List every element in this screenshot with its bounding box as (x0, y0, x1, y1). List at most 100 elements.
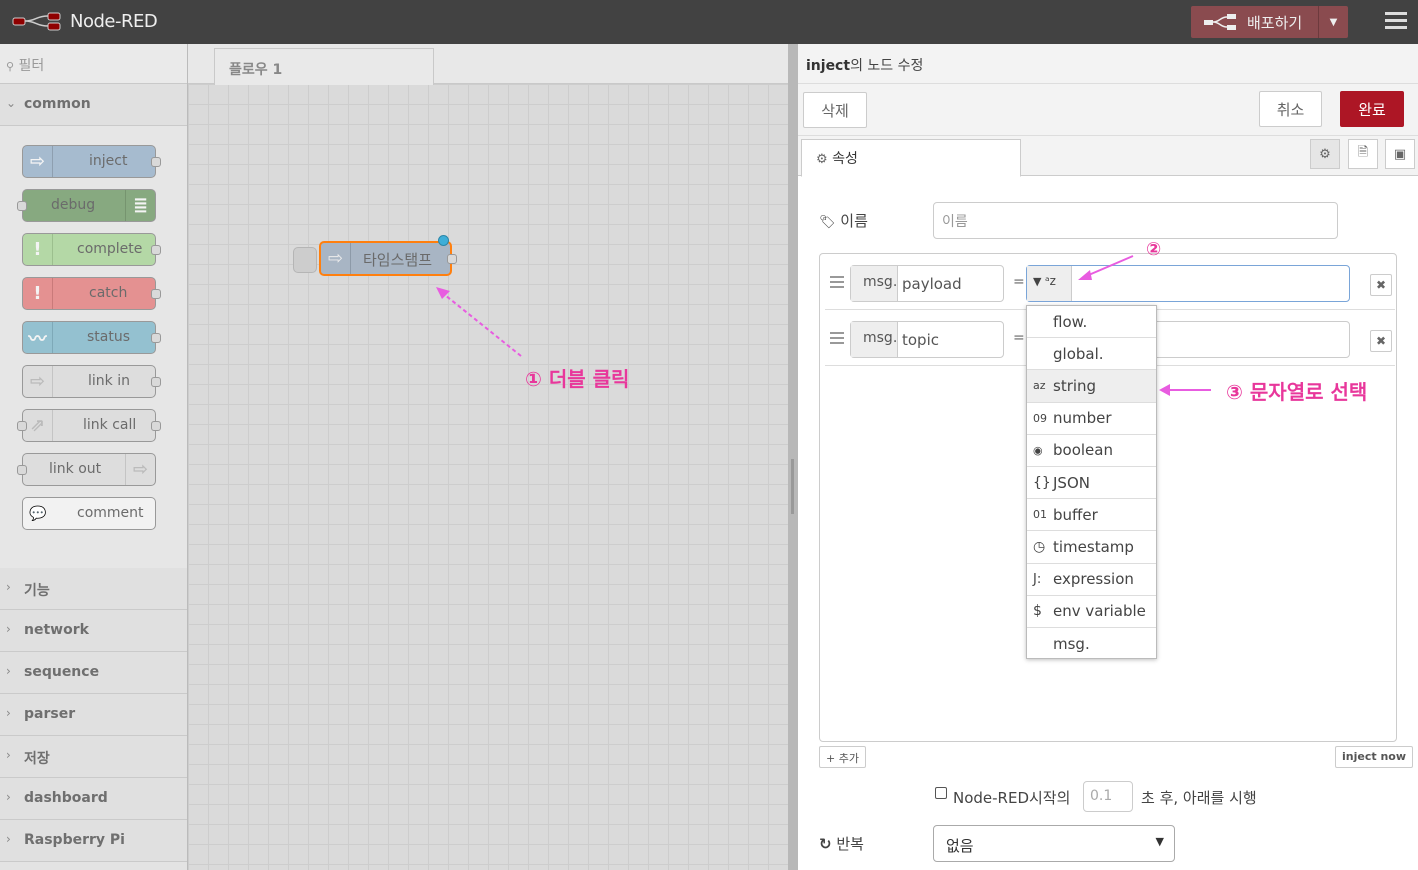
deploy-menu-caret[interactable]: ▼ (1318, 6, 1348, 38)
menu-item-flow[interactable]: flow. (1027, 306, 1156, 339)
document-icon: 🗎 (1357, 145, 1369, 160)
category-dashboard-header[interactable]: › dashboard (0, 778, 187, 820)
menu-item-expression[interactable]: J: expression (1027, 564, 1156, 596)
flow-node-timestamp[interactable]: ⇨ 타임스탬프 (319, 241, 457, 276)
name-input-placeholder: 이름 (942, 214, 968, 230)
msg-prefix[interactable]: msg. (851, 266, 898, 301)
node-label: link call (83, 417, 137, 433)
tab-properties-label: 속성 (832, 151, 858, 167)
category-function-header[interactable]: › 기능 (0, 568, 187, 610)
output-port[interactable] (447, 254, 457, 264)
menu-item-number[interactable]: 09 number (1027, 403, 1156, 435)
menu-item-label: timestamp (1053, 537, 1134, 556)
palette-sidebar: ⚲ 필터 ⌄ common ⇨ inject debug ≣ ! complet… (0, 44, 188, 870)
repeat-label-group: ↻ 반복 (819, 833, 864, 854)
palette-filter[interactable]: ⚲ 필터 (0, 44, 187, 84)
chevron-right-icon: › (6, 832, 11, 846)
palette-node-link-out[interactable]: link out ⇨ (17, 453, 156, 486)
startup-delay-input[interactable]: 0.1 (1083, 781, 1133, 812)
delete-button[interactable]: 삭제 (803, 92, 867, 128)
pulse-icon: 〰 (23, 322, 53, 353)
cancel-button[interactable]: 취소 (1259, 91, 1322, 127)
startup-label: Node-RED시작의 (953, 789, 1071, 807)
remove-row-button[interactable]: ✖ (1370, 274, 1392, 296)
chevron-down-icon: ▼ (1155, 835, 1164, 848)
annotation-double-click: ① 더블 클릭 (525, 367, 630, 391)
done-button[interactable]: 완료 (1340, 91, 1404, 127)
menu-item-buffer[interactable]: 01 buffer (1027, 499, 1156, 532)
sidebar-splitter[interactable] (788, 44, 798, 870)
inject-trigger-button[interactable] (293, 247, 317, 273)
tab-settings-button[interactable]: ⚙ (1310, 139, 1340, 169)
category-common-header[interactable]: ⌄ common (0, 84, 187, 126)
gear-icon: ⚙ (816, 152, 828, 167)
flow-node-label: 타임스탬프 (363, 251, 433, 269)
msg-prefix[interactable]: msg. (851, 322, 898, 357)
palette-node-link-call[interactable]: ⇗ link call (17, 409, 161, 442)
property-field-payload[interactable]: msg. payload (850, 265, 1004, 302)
palette-node-comment[interactable]: 💬 comment (22, 497, 156, 530)
palette-node-complete[interactable]: ! complete (22, 233, 161, 266)
inject-now-button[interactable]: inject now (1335, 746, 1413, 768)
category-network-header[interactable]: › network (0, 610, 187, 652)
clock-icon: ◷ (1033, 538, 1046, 555)
boolean-icon: ◉ (1033, 443, 1043, 457)
drag-handle-icon[interactable] (830, 332, 844, 347)
menu-item-label: env variable (1053, 602, 1146, 621)
category-parser-header[interactable]: › parser (0, 694, 187, 736)
app-header: Node-RED 배포하기 ▼ (0, 0, 1418, 44)
startup-checkbox[interactable] (935, 787, 947, 799)
menu-item-string[interactable]: az string (1027, 370, 1156, 403)
category-raspberry-pi-header[interactable]: › Raspberry Pi (0, 820, 187, 862)
tab-description-button[interactable]: 🗎 (1348, 139, 1378, 169)
menu-item-label: expression (1053, 570, 1134, 589)
add-property-button[interactable]: + 추가 (819, 746, 866, 768)
output-port (151, 421, 161, 431)
close-icon: ✖ (1375, 334, 1387, 348)
property-value: payload (902, 275, 962, 293)
flow-workspace[interactable]: 플로우 1 ⇨ 타임스탬프 ① 더블 클릭 (188, 44, 788, 870)
annotation-arrow-3 (1159, 384, 1211, 396)
main-menu-button[interactable] (1385, 12, 1407, 33)
tab-properties[interactable]: ⚙ 속성 (801, 139, 1021, 177)
menu-item-json[interactable]: {} JSON (1027, 467, 1156, 500)
category-sequence-header[interactable]: › sequence (0, 652, 187, 694)
repeat-select[interactable]: 없음 ▼ (933, 825, 1175, 862)
menu-item-global[interactable]: global. (1027, 338, 1156, 371)
palette-node-inject[interactable]: ⇨ inject (22, 145, 161, 178)
category-label: Raspberry Pi (24, 832, 125, 848)
menu-item-env-variable[interactable]: $ env variable (1027, 596, 1156, 628)
deploy-button[interactable]: 배포하기 ▼ (1191, 6, 1348, 38)
category-storage-header[interactable]: › 저장 (0, 736, 187, 778)
menu-item-timestamp[interactable]: ◷ timestamp (1027, 531, 1156, 564)
dollar-icon: $ (1033, 603, 1042, 620)
name-input[interactable]: 이름 (933, 202, 1338, 239)
chevron-right-icon: › (6, 664, 11, 678)
type-selector[interactable]: ▼ ᵃz (1027, 266, 1072, 301)
palette-node-link-in[interactable]: ⇨ link in (22, 365, 161, 398)
output-port (151, 245, 161, 255)
string-type-icon: ᵃz (1044, 274, 1056, 288)
tab-flow-1[interactable]: 플로우 1 (214, 48, 434, 85)
deploy-label: 배포하기 (1247, 14, 1303, 32)
equals-sign: = (1013, 330, 1025, 346)
menu-item-boolean[interactable]: ◉ boolean (1027, 435, 1156, 467)
annotation-arrow-1 (436, 287, 522, 357)
category-label: common (24, 96, 91, 112)
palette-node-status[interactable]: 〰 status (22, 321, 161, 354)
menu-item-label: global. (1053, 344, 1104, 363)
changed-indicator (438, 235, 449, 246)
tab-appearance-button[interactable]: ▣ (1385, 139, 1415, 169)
filter-input[interactable]: 필터 (19, 58, 45, 74)
menu-item-msg[interactable]: msg. (1027, 628, 1156, 660)
property-field-topic[interactable]: msg. topic (850, 321, 1004, 358)
palette-node-debug[interactable]: debug ≣ (17, 189, 156, 222)
drag-handle-icon[interactable] (830, 276, 844, 291)
palette-node-catch[interactable]: ! catch (22, 277, 161, 310)
remove-row-button[interactable]: ✖ (1370, 330, 1392, 352)
grip-icon (791, 459, 794, 514)
node-label: catch (89, 285, 128, 301)
tray-tabs: ⚙ 속성 ⚙ 🗎 ▣ (798, 136, 1418, 177)
startup-suffix-label: 초 후, 아래를 시행 (1141, 789, 1257, 807)
node-label: link out (49, 461, 102, 477)
